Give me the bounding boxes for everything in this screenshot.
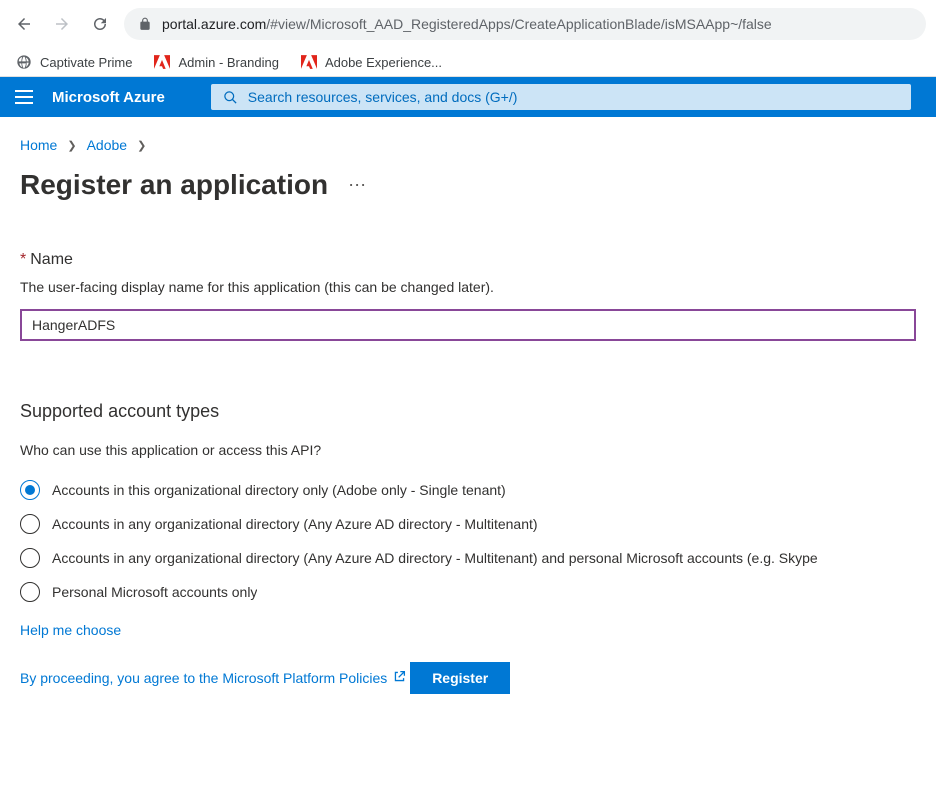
chevron-right-icon: ❯ (137, 139, 146, 152)
bookmark-captivate[interactable]: Captivate Prime (16, 54, 132, 70)
radio-label: Accounts in this organizational director… (52, 482, 506, 498)
radio-multitenant[interactable]: Accounts in any organizational directory… (20, 514, 916, 534)
radio-multitenant-personal[interactable]: Accounts in any organizational directory… (20, 548, 916, 568)
search-input[interactable] (248, 89, 899, 105)
page-title: Register an application (20, 169, 328, 201)
radio-indicator (20, 480, 40, 500)
forward-button[interactable] (48, 10, 76, 38)
browser-nav-bar: portal.azure.com/#view/Microsoft_AAD_Reg… (0, 0, 936, 48)
radio-indicator (20, 548, 40, 568)
reload-icon (91, 15, 109, 33)
radio-personal-only[interactable]: Personal Microsoft accounts only (20, 582, 916, 602)
bookmark-label: Captivate Prime (40, 55, 132, 70)
more-button[interactable]: ⋯ (348, 175, 368, 196)
help-me-choose-link[interactable]: Help me choose (20, 622, 121, 638)
chevron-right-icon: ❯ (67, 139, 76, 152)
radio-label: Accounts in any organizational directory… (52, 516, 538, 532)
globe-icon (16, 54, 32, 70)
bookmark-label: Admin - Branding (178, 55, 278, 70)
radio-single-tenant[interactable]: Accounts in this organizational director… (20, 480, 916, 500)
azure-brand[interactable]: Microsoft Azure (52, 89, 165, 106)
azure-header: Microsoft Azure (0, 77, 936, 117)
adobe-icon (301, 55, 317, 69)
platform-policies-link[interactable]: By proceeding, you agree to the Microsof… (20, 670, 406, 686)
breadcrumb-adobe[interactable]: Adobe (87, 137, 127, 153)
url-text: portal.azure.com/#view/Microsoft_AAD_Reg… (162, 16, 772, 32)
address-bar[interactable]: portal.azure.com/#view/Microsoft_AAD_Reg… (124, 8, 926, 40)
arrow-right-icon (53, 15, 71, 33)
adobe-icon (154, 55, 170, 69)
breadcrumb-home[interactable]: Home (20, 137, 57, 153)
lock-icon (138, 17, 152, 31)
reload-button[interactable] (86, 10, 114, 38)
search-icon (223, 90, 238, 105)
name-label: *Name (20, 251, 916, 269)
account-types-subheading: Who can use this application or access t… (20, 442, 916, 458)
bookmark-adobe-experience[interactable]: Adobe Experience... (301, 55, 442, 70)
radio-indicator (20, 514, 40, 534)
account-types-heading: Supported account types (20, 401, 916, 422)
main-content: Home ❯ Adobe ❯ Register an application ⋯… (0, 117, 936, 736)
bookmark-label: Adobe Experience... (325, 55, 442, 70)
breadcrumb: Home ❯ Adobe ❯ (20, 137, 916, 153)
arrow-left-icon (15, 15, 33, 33)
radio-label: Personal Microsoft accounts only (52, 584, 257, 600)
account-type-radio-group: Accounts in this organizational director… (20, 480, 916, 602)
menu-button[interactable] (12, 85, 36, 109)
external-link-icon (393, 670, 406, 686)
required-indicator: * (20, 251, 26, 268)
hamburger-icon (15, 90, 33, 104)
search-box[interactable] (211, 84, 911, 110)
radio-indicator (20, 582, 40, 602)
radio-label: Accounts in any organizational directory… (52, 550, 818, 566)
name-input[interactable] (20, 309, 916, 341)
bookmarks-bar: Captivate Prime Admin - Branding Adobe E… (0, 48, 936, 77)
back-button[interactable] (10, 10, 38, 38)
register-button[interactable]: Register (410, 662, 510, 694)
name-help-text: The user-facing display name for this ap… (20, 279, 916, 295)
bookmark-admin-branding[interactable]: Admin - Branding (154, 55, 278, 70)
